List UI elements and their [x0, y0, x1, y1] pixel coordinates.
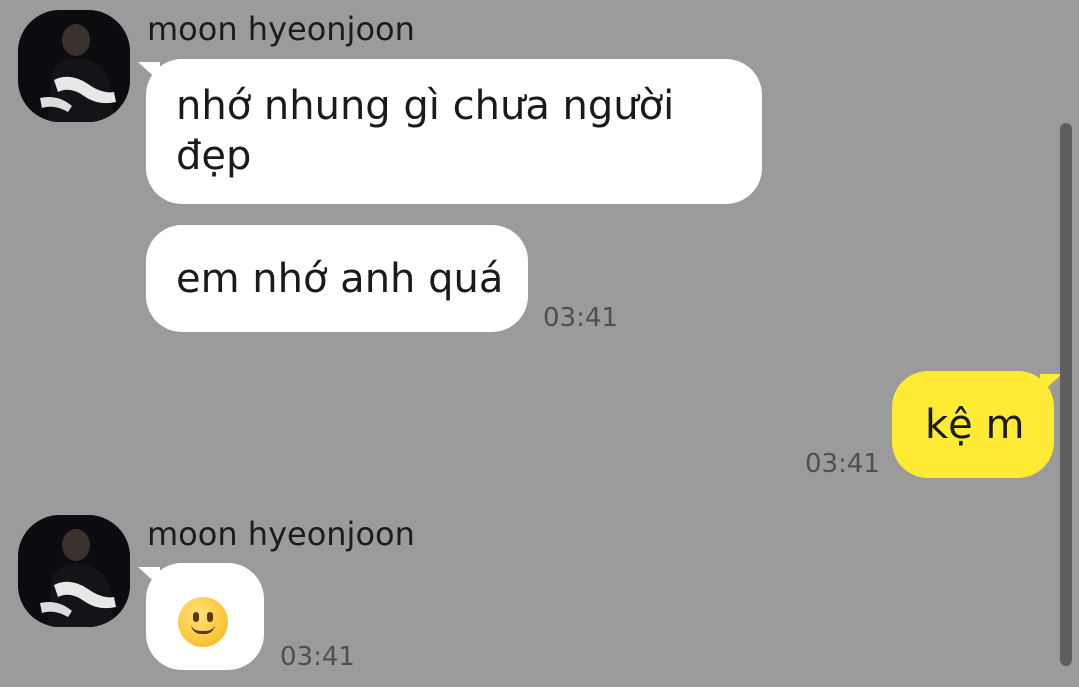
- sender-avatar[interactable]: [18, 515, 130, 627]
- slightly-smiling-face-icon: [178, 597, 228, 647]
- chat-area[interactable]: moon hyeonjoon nhớ nhung gì chưa người đ…: [0, 0, 1079, 687]
- message-text: em nhớ anh quá: [176, 256, 504, 302]
- message-bubble[interactable]: em nhớ anh quá: [146, 225, 528, 332]
- my-message-bubble[interactable]: kệ m: [892, 371, 1054, 478]
- message-text: kệ m: [925, 402, 1025, 448]
- scrollbar[interactable]: [1060, 123, 1072, 666]
- message-bubble[interactable]: nhớ nhung gì chưa người đẹp: [146, 59, 762, 204]
- emoji-message-bubble[interactable]: [146, 563, 264, 670]
- sender-avatar[interactable]: [18, 10, 130, 122]
- message-timestamp: 03:41: [543, 303, 618, 333]
- message-timestamp: 03:41: [805, 449, 880, 479]
- message-text: nhớ nhung gì chưa người: [176, 83, 675, 129]
- bubble-tail: [1040, 374, 1062, 394]
- message-text: đẹp: [176, 133, 252, 179]
- sender-name: moon hyeonjoon: [147, 515, 415, 553]
- message-timestamp: 03:41: [280, 642, 355, 672]
- sender-name: moon hyeonjoon: [147, 10, 415, 48]
